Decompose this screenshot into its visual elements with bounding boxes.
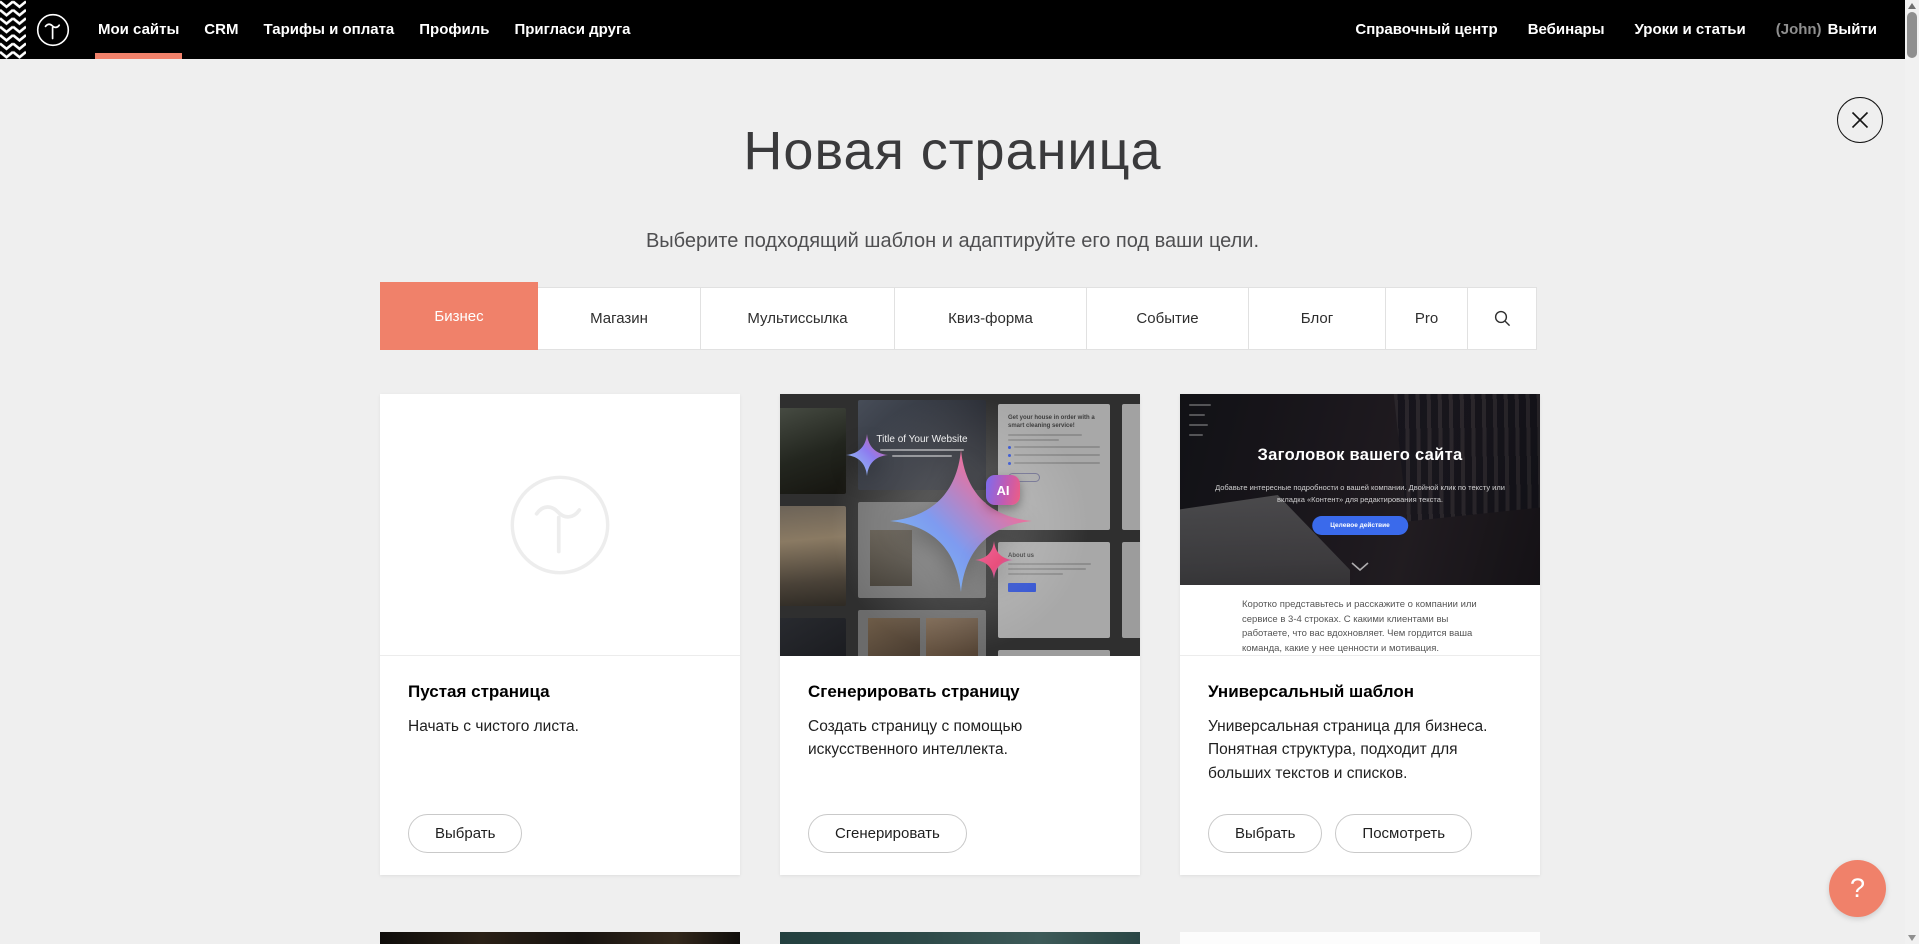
template-body-section: Коротко представьтесь и расскажите о ком…	[1180, 585, 1540, 656]
template-hero: Заголовок вашего сайта Добавьте интересн…	[1180, 394, 1540, 585]
help-icon: ?	[1850, 873, 1865, 904]
nav-item-help-center[interactable]: Справочный центр	[1355, 0, 1497, 59]
nav-item-profile[interactable]: Профиль	[419, 0, 489, 59]
collage-tile	[1122, 404, 1140, 530]
page-title: Новая страница	[0, 120, 1905, 182]
ai-preview-collage: Title of Your Website Get your house in …	[780, 394, 1140, 656]
nav-item-pricing[interactable]: Тарифы и оплата	[263, 0, 394, 59]
nav-item-invite-friend[interactable]: Пригласи друга	[514, 0, 630, 59]
blank-page-preview	[380, 394, 740, 656]
view-button[interactable]: Посмотреть	[1335, 814, 1472, 853]
card-info: Пустая страница Начать с чистого листа. …	[380, 656, 740, 875]
tab-store[interactable]: Магазин	[538, 287, 701, 350]
nav-item-my-sites[interactable]: Мои сайты	[98, 0, 179, 59]
template-body-text: Коротко представьтесь и расскажите о ком…	[1242, 598, 1478, 654]
hero-content: Заголовок вашего сайта Добавьте интересн…	[1180, 394, 1540, 585]
template-card-partial[interactable]	[380, 932, 740, 944]
tab-quiz-form[interactable]: Квиз-форма	[895, 287, 1087, 350]
card-description: Универсальная страница для бизнеса. Поня…	[1208, 715, 1508, 785]
navbar-menu: Мои сайты CRM Тарифы и оплата Профиль Пр…	[98, 0, 631, 59]
tab-blog[interactable]: Блог	[1249, 287, 1386, 350]
template-preview: Заголовок вашего сайта Добавьте интересн…	[1180, 394, 1540, 656]
card-universal-template[interactable]: Заголовок вашего сайта Добавьте интересн…	[1180, 394, 1540, 875]
zigzag-pattern-icon	[0, 0, 26, 59]
card-title: Пустая страница	[408, 682, 712, 702]
user-name: (John)	[1776, 21, 1822, 38]
card-description: Создать страницу с помощью искусственног…	[808, 715, 1108, 762]
help-button[interactable]: ?	[1829, 860, 1886, 917]
navbar-secondary-menu: Справочный центр Вебинары Уроки и статьи…	[1355, 0, 1877, 59]
nav-item-webinars[interactable]: Вебинары	[1528, 0, 1605, 59]
card-title: Универсальный шаблон	[1208, 682, 1512, 702]
logout-link[interactable]: Выйти	[1828, 21, 1877, 38]
tab-search[interactable]	[1468, 287, 1537, 350]
search-icon	[1494, 310, 1511, 327]
template-card-grid: Пустая страница Начать с чистого листа. …	[380, 394, 1540, 875]
hero-title: Заголовок вашего сайта	[1180, 446, 1540, 465]
tilda-logo[interactable]	[36, 0, 70, 59]
card-info: Сгенерировать страницу Создать страницу …	[780, 656, 1140, 875]
scrollbar-down-icon[interactable]	[1908, 935, 1916, 941]
template-card-partial[interactable]	[780, 932, 1140, 944]
card-title: Сгенерировать страницу	[808, 682, 1112, 702]
choose-button[interactable]: Выбрать	[408, 814, 522, 853]
next-template-row	[380, 932, 1540, 944]
template-category-tabs: Бизнес Магазин Мультиссылка Квиз-форма С…	[380, 282, 1537, 350]
scrollbar[interactable]	[1905, 0, 1919, 944]
card-ai-generate[interactable]: Title of Your Website Get your house in …	[780, 394, 1140, 875]
card-description: Начать с чистого листа.	[408, 715, 708, 738]
scrollbar-up-icon[interactable]	[1908, 3, 1916, 9]
sparkle-icon	[975, 541, 1013, 579]
hero-subtitle: Добавьте интересные подробности о вашей …	[1205, 482, 1515, 506]
user-session: (John) Выйти	[1776, 0, 1877, 59]
chevron-down-icon	[1351, 562, 1369, 571]
template-card-partial[interactable]	[1180, 932, 1540, 944]
tab-multilink[interactable]: Мультиссылка	[701, 287, 895, 350]
ai-badge: AI	[986, 475, 1020, 505]
tab-business[interactable]: Бизнес	[380, 282, 538, 350]
card-info: Универсальный шаблон Универсальная стран…	[1180, 656, 1540, 875]
top-navbar: Мои сайты CRM Тарифы и оплата Профиль Пр…	[0, 0, 1905, 59]
tilda-logo-icon	[36, 13, 70, 47]
card-blank-page[interactable]: Пустая страница Начать с чистого листа. …	[380, 394, 740, 875]
collage-tile	[1122, 542, 1140, 638]
tilda-watermark-icon	[507, 472, 613, 578]
collage-photo-tile	[780, 618, 846, 656]
scrollbar-thumb[interactable]	[1907, 12, 1917, 58]
hero-cta-button: Целевое действие	[1312, 516, 1408, 535]
nav-item-crm[interactable]: CRM	[204, 0, 238, 59]
choose-button[interactable]: Выбрать	[1208, 814, 1322, 853]
sparkle-icon	[846, 434, 888, 476]
page-subtitle: Выберите подходящий шаблон и адаптируйте…	[0, 230, 1905, 253]
generate-button[interactable]: Сгенерировать	[808, 814, 967, 853]
nav-item-lessons[interactable]: Уроки и статьи	[1635, 0, 1746, 59]
tab-pro[interactable]: Pro	[1386, 287, 1468, 350]
tab-event[interactable]: Событие	[1087, 287, 1249, 350]
